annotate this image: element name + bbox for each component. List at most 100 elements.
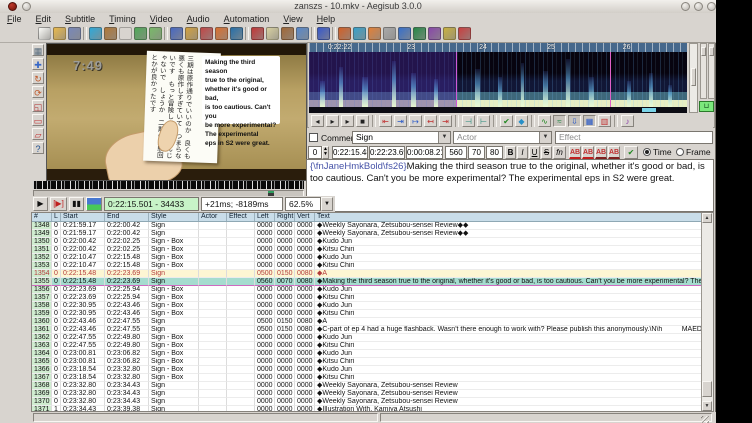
play-to-end-icon[interactable]: ▸ bbox=[341, 115, 354, 127]
open-video-icon[interactable] bbox=[353, 27, 366, 40]
auto-seek-toggle-icon[interactable] bbox=[86, 197, 102, 211]
strikeout-button[interactable]: S bbox=[541, 146, 552, 159]
drag-icon[interactable]: ✚ bbox=[32, 58, 44, 70]
jump-to-icon[interactable] bbox=[89, 27, 102, 40]
styles-manager-icon[interactable] bbox=[200, 27, 213, 40]
standard-mode-icon[interactable]: ▦ bbox=[32, 44, 44, 56]
translation-assistant-icon[interactable] bbox=[266, 27, 279, 40]
menu-item-edit[interactable]: Edit bbox=[29, 13, 59, 26]
layer-spin-arrows-icon[interactable]: ▲▼ bbox=[322, 146, 329, 159]
duration-field[interactable]: 0:00:08.21 bbox=[406, 146, 443, 159]
shadow-color-button[interactable]: AB bbox=[608, 146, 620, 159]
table-row[interactable]: 136800:23:32.800:23:34.43Sign00000000000… bbox=[32, 382, 713, 390]
table-row[interactable]: 134900:21:59.170:22:00.42Sign00000000000… bbox=[32, 230, 713, 238]
grid-column-header-text[interactable]: Text bbox=[315, 213, 713, 221]
table-row[interactable]: 135500:22:15.480:22:23.69Sign05600070008… bbox=[32, 278, 713, 286]
audio-hscroll-thumb[interactable] bbox=[642, 108, 656, 112]
spectrum-mode-icon[interactable]: ▦ bbox=[583, 115, 596, 127]
fonts-collector-icon[interactable] bbox=[215, 27, 228, 40]
audio-vertical-scrollbar[interactable] bbox=[689, 43, 698, 113]
time-radio[interactable] bbox=[643, 148, 651, 156]
menu-item-subtitle[interactable]: Subtitle bbox=[58, 13, 102, 26]
subtitle-text-editor[interactable]: {\fnJaneHmkBold\fs26}Making the third se… bbox=[306, 159, 714, 212]
margin-left-field[interactable]: 560 bbox=[445, 146, 467, 159]
menu-item-help[interactable]: Help bbox=[310, 13, 343, 26]
new-file-icon[interactable] bbox=[38, 27, 51, 40]
auto-scale-icon[interactable]: ∿ bbox=[538, 115, 551, 127]
frame-radio[interactable] bbox=[676, 148, 684, 156]
secondary-color-button[interactable]: AB bbox=[582, 146, 594, 159]
scroll-up-icon[interactable]: ▲ bbox=[702, 213, 712, 223]
help-icon[interactable] bbox=[443, 27, 456, 40]
resample-resolution-icon[interactable] bbox=[230, 27, 243, 40]
table-row[interactable]: 135900:22:30.950:22:43.46Sign - Box00000… bbox=[32, 310, 713, 318]
save-file-icon[interactable] bbox=[68, 27, 81, 40]
table-row[interactable]: 137000:23:32.800:23:34.43Sign00000000000… bbox=[32, 398, 713, 406]
grid-column-header-start[interactable]: Start bbox=[61, 213, 105, 221]
style-select[interactable]: Sign ▼ bbox=[352, 131, 451, 144]
audio-zoom-slider[interactable] bbox=[700, 43, 707, 99]
play-line-button[interactable]: [▶] bbox=[50, 197, 67, 211]
play-to-file-end-icon[interactable]: ⇥ bbox=[439, 115, 452, 127]
table-row[interactable]: 135800:22:30.950:22:43.46Sign - Box00000… bbox=[32, 302, 713, 310]
table-row[interactable]: 135600:22:23.690:22:25.94Sign - Box00000… bbox=[32, 286, 713, 294]
bold-button[interactable]: B bbox=[505, 146, 516, 159]
waveform-mode-icon[interactable]: ▥ bbox=[598, 115, 611, 127]
vector-clip-icon[interactable]: ▱ bbox=[32, 128, 44, 140]
margin-vertical-field[interactable]: 80 bbox=[486, 146, 503, 159]
table-row[interactable]: 135300:22:10.470:22:15.48Sign - Box00000… bbox=[32, 262, 713, 270]
audio-vscroll-thumb[interactable] bbox=[691, 68, 696, 86]
menu-item-file[interactable]: File bbox=[0, 13, 29, 26]
maximize-button[interactable] bbox=[694, 2, 703, 11]
minimize-button[interactable] bbox=[681, 2, 690, 11]
end-time-field[interactable]: 0:22:23.69 bbox=[369, 146, 405, 159]
styling-assistant-icon[interactable] bbox=[251, 27, 264, 40]
menu-item-timing[interactable]: Timing bbox=[102, 13, 143, 26]
kanji-timer-icon[interactable] bbox=[281, 27, 294, 40]
open-file-icon[interactable] bbox=[53, 27, 66, 40]
options-icon[interactable] bbox=[413, 27, 426, 40]
rectangular-clip-icon[interactable]: ▭ bbox=[32, 114, 44, 126]
grid-column-header-style[interactable]: Style bbox=[149, 213, 199, 221]
grid-scroll-thumb[interactable] bbox=[702, 381, 712, 397]
primary-color-button[interactable]: AB bbox=[569, 146, 581, 159]
font-face-button[interactable]: fn bbox=[553, 146, 566, 159]
log-window-icon[interactable] bbox=[458, 27, 471, 40]
close-button[interactable] bbox=[707, 2, 716, 11]
auto-commit-icon[interactable]: ≈ bbox=[553, 115, 566, 127]
table-row[interactable]: 136700:23:18.540:23:32.80Sign - Box00000… bbox=[32, 374, 713, 382]
comment-checkbox[interactable] bbox=[309, 133, 318, 142]
play-right-icon[interactable]: ▸ bbox=[326, 115, 339, 127]
video-time-display[interactable]: 0:22:15.501 - 34433 bbox=[104, 197, 199, 211]
menu-item-video[interactable]: Video bbox=[143, 13, 180, 26]
grid-column-header-left[interactable]: Left bbox=[255, 213, 275, 221]
table-row[interactable]: 135200:22:10.470:22:15.48Sign - Box00000… bbox=[32, 254, 713, 262]
go-to-selection-icon[interactable]: ◆ bbox=[515, 115, 528, 127]
sort-lines-icon[interactable] bbox=[119, 27, 132, 40]
play-button[interactable]: ▶ bbox=[33, 197, 48, 211]
actor-dropdown-arrow-icon[interactable]: ▼ bbox=[539, 132, 551, 143]
stop-icon[interactable]: ■ bbox=[356, 115, 369, 127]
grid-column-header-effect[interactable]: Effect bbox=[227, 213, 255, 221]
automation-icon[interactable] bbox=[338, 27, 351, 40]
audio-volume-slider[interactable] bbox=[708, 43, 715, 99]
table-row[interactable]: 135000:22:00.420:22:02.25Sign - Box00000… bbox=[32, 238, 713, 246]
select-lines-icon[interactable] bbox=[134, 27, 147, 40]
table-row[interactable]: 136300:22:47.550:22:49.80Sign - Box00000… bbox=[32, 342, 713, 350]
scale-icon[interactable]: ◱ bbox=[32, 100, 44, 112]
shift-times-icon[interactable] bbox=[104, 27, 117, 40]
table-row[interactable]: 135700:22:23.690:22:25.94Sign - Box00000… bbox=[32, 294, 713, 302]
table-row[interactable]: 135100:22:00.420:22:02.25Sign - Box00000… bbox=[32, 246, 713, 254]
table-row[interactable]: 136500:23:00.810:23:06.82Sign - Box00000… bbox=[32, 358, 713, 366]
menu-item-audio[interactable]: Audio bbox=[180, 13, 217, 26]
menu-item-automation[interactable]: Automation bbox=[217, 13, 277, 26]
play-500-after-icon[interactable]: ⇥ bbox=[394, 115, 407, 127]
scroll-down-icon[interactable]: ▼ bbox=[702, 401, 712, 411]
italic-button[interactable]: I bbox=[517, 146, 528, 159]
play-last-500-icon[interactable]: ↤ bbox=[424, 115, 437, 127]
check-updates-icon[interactable] bbox=[428, 27, 441, 40]
grid-column-header-l[interactable]: L bbox=[52, 213, 61, 221]
lead-in-icon[interactable]: ⊣ bbox=[462, 115, 475, 127]
menu-item-view[interactable]: View bbox=[276, 13, 309, 26]
audio-spectrogram[interactable] bbox=[309, 52, 687, 107]
